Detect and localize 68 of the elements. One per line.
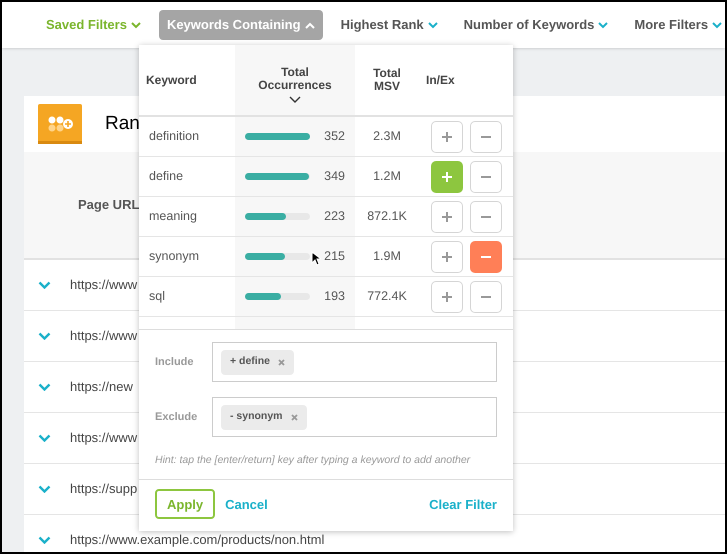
page-url[interactable]: https://www <box>70 326 138 346</box>
column-header: Total MSV <box>372 67 402 93</box>
plus-icon <box>442 132 452 142</box>
chevron-down-icon <box>428 22 438 28</box>
msv-cell-text: 1.9M <box>372 248 402 266</box>
msv-cell-text: 872.1K <box>366 208 408 226</box>
keyword-cell-text: define <box>148 168 184 186</box>
sort-caret-icon[interactable] <box>289 96 301 104</box>
page-url[interactable]: https://www.example.com/products/non.html <box>70 530 324 550</box>
filter-tab[interactable]: Highest Rank <box>332 10 446 40</box>
plus-icon <box>442 292 452 302</box>
exclude-button[interactable] <box>470 240 502 272</box>
keyword-cell-text: synonym <box>148 248 200 266</box>
expand-chevron-icon[interactable] <box>38 485 51 493</box>
include-button[interactable] <box>431 240 463 272</box>
keyword-tag: - synonym <box>221 404 307 430</box>
occurrence-count: 215 <box>324 248 346 266</box>
occurrence-count: 352 <box>324 128 346 146</box>
include-button[interactable] <box>431 160 463 192</box>
msv-cell-text: 2.3M <box>372 128 402 146</box>
exclude-button[interactable] <box>470 120 502 152</box>
page-url[interactable]: https://www <box>70 428 138 448</box>
column-header: Page URL <box>78 196 140 214</box>
field-label: Exclude <box>155 410 198 425</box>
hint-text: Hint: tap the [enter/return] key after typing a keyword to add another <box>154 453 472 468</box>
expand-chevron-icon[interactable] <box>38 383 51 391</box>
page-url[interactable]: https://www <box>70 275 138 295</box>
filter-tab[interactable]: Number of Keywords <box>456 10 616 40</box>
expand-chevron-icon[interactable] <box>38 332 51 340</box>
tag-input-field[interactable]: + define <box>212 342 497 382</box>
chevron-down-icon <box>712 22 722 28</box>
msv-cell-text: 772.4K <box>366 288 408 306</box>
exclude-button[interactable] <box>470 160 502 192</box>
filter-tab[interactable]: More Filters <box>626 10 725 40</box>
include-button[interactable] <box>431 200 463 232</box>
occurrence-count: 193 <box>324 288 346 306</box>
keyword-cell-text: definition <box>148 128 200 146</box>
expand-chevron-icon[interactable] <box>38 536 51 544</box>
keyword-cell-text: sql <box>148 288 166 306</box>
plus-icon <box>442 212 452 222</box>
expand-chevron-icon[interactable] <box>38 281 51 289</box>
app-logo-icon <box>38 104 82 144</box>
occurrence-count: 349 <box>324 168 346 186</box>
keyword-cell-text: meaning <box>148 208 198 226</box>
exclude-button[interactable] <box>470 200 502 232</box>
include-button[interactable] <box>431 280 463 312</box>
expand-chevron-icon[interactable] <box>38 434 51 442</box>
chevron-down-icon <box>598 22 608 28</box>
occurrence-count: 223 <box>324 208 346 226</box>
column-header: Keyword <box>146 72 197 89</box>
msv-cell-text: 1.2M <box>372 168 402 186</box>
mouse-cursor-icon <box>311 251 321 266</box>
tag-input-field[interactable]: - synonym <box>212 397 497 437</box>
page-title: Ran <box>105 112 140 136</box>
page-url[interactable]: https://supp <box>70 479 138 499</box>
remove-icon[interactable] <box>278 358 285 366</box>
plus-icon <box>442 252 452 262</box>
page-url[interactable]: https://new <box>70 377 133 397</box>
include-button[interactable] <box>431 120 463 152</box>
keyword-tag: + define <box>221 350 294 374</box>
column-header[interactable]: Total Occurrences <box>255 66 335 92</box>
remove-icon[interactable] <box>290 414 298 420</box>
exclude-button[interactable] <box>470 280 502 312</box>
field-label: Include <box>155 354 195 370</box>
chevron-down-icon <box>130 22 141 28</box>
plus-icon <box>442 172 452 182</box>
column-header: In/Ex <box>426 72 455 89</box>
chevron-up-icon <box>304 22 315 28</box>
